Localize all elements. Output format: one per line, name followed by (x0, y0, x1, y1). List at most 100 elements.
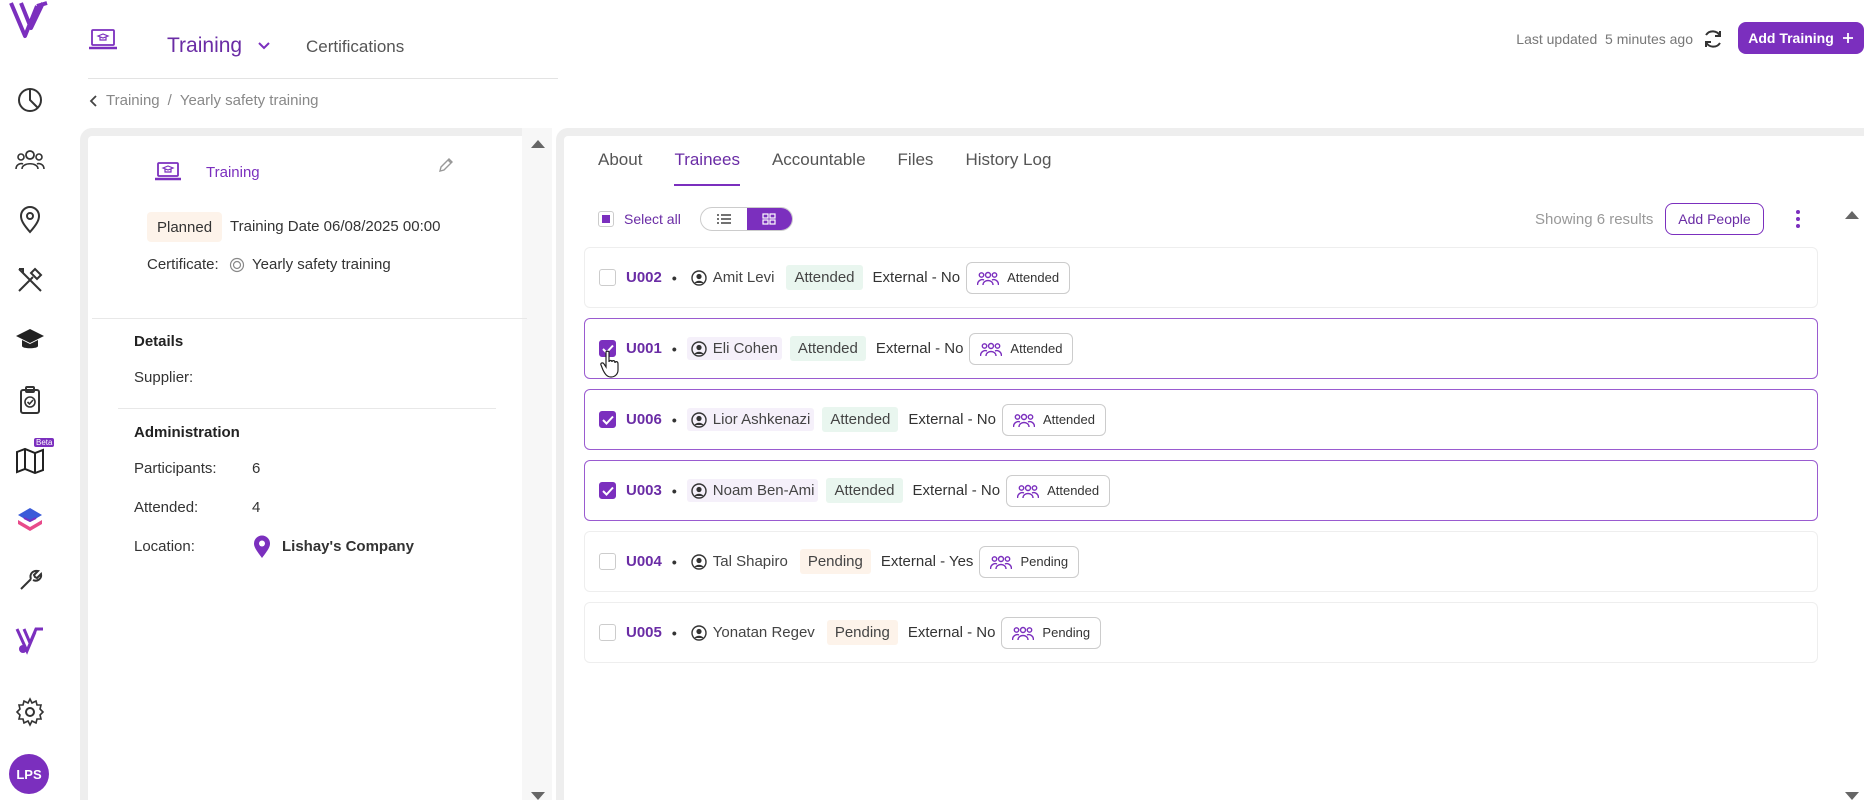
row-checkbox[interactable] (599, 482, 616, 499)
trainee-id[interactable]: U001 (626, 340, 662, 357)
status-badge: Attended (789, 336, 866, 361)
external-flag: External - No (875, 340, 964, 357)
divider (118, 408, 496, 409)
add-training-label: Add Training (1748, 30, 1834, 46)
scroll-up-arrow-icon[interactable] (1845, 211, 1859, 219)
external-flag: External - No (872, 269, 961, 286)
row-checkbox[interactable] (599, 624, 616, 641)
row-checkbox[interactable] (599, 411, 616, 428)
attendance-dropdown[interactable]: Pending (979, 545, 1080, 578)
breadcrumb-parent[interactable]: Training (106, 92, 160, 109)
view-toggle (700, 207, 793, 231)
attendance-value: Attended (1047, 483, 1100, 498)
trainee-row[interactable]: U002 • Amit Levi Attended External - No Atten… (584, 247, 1818, 308)
refresh-icon[interactable] (1702, 28, 1724, 50)
checklist-icon[interactable] (12, 382, 48, 418)
wrench-icon[interactable] (12, 562, 48, 598)
mouse-cursor-icon (600, 350, 622, 378)
last-updated-text: Last updated 5 minutes ago (1516, 31, 1693, 47)
edit-pencil-icon[interactable] (437, 156, 455, 174)
top-bar: Training Certifications Last updated 5 m… (60, 0, 1864, 79)
group-icon (990, 554, 1013, 570)
location-icon[interactable] (12, 202, 48, 238)
scroll-up-arrow-icon[interactable] (531, 140, 545, 148)
external-flag: External - No (908, 411, 996, 428)
tab-accountable[interactable]: Accountable (772, 150, 866, 186)
attendance-value: Attended (1007, 270, 1060, 285)
certifications-link[interactable]: Certifications (306, 37, 404, 57)
trainee-person[interactable]: Noam Ben-Ami (686, 479, 819, 502)
scroll-down-arrow-icon[interactable] (531, 792, 545, 800)
tab-history-log[interactable]: History Log (965, 150, 1051, 186)
tab-about[interactable]: About (598, 150, 642, 186)
trainee-name: Yonatan Regev (712, 624, 815, 641)
training-icon[interactable] (12, 322, 48, 358)
attendance-dropdown[interactable]: Attended (1006, 474, 1111, 507)
app-logo-icon[interactable] (7, 0, 55, 40)
last-updated-label: Last updated (1516, 31, 1598, 47)
attendance-dropdown[interactable]: Attended (1001, 403, 1106, 436)
select-all-checkbox[interactable] (598, 211, 614, 227)
trainee-row[interactable]: U001 • Eli Cohen Attended External - No Atten… (584, 318, 1818, 379)
tab-trainees[interactable]: Trainees (674, 150, 740, 186)
breadcrumb: Training / Yearly safety training (88, 92, 319, 109)
status-badge: Attended (786, 265, 863, 290)
certificate-icon (229, 257, 245, 273)
user-avatar[interactable]: LPS (9, 754, 49, 794)
attendance-dropdown[interactable]: Pending (1001, 616, 1102, 649)
back-arrow-icon[interactable] (88, 94, 98, 108)
trainee-name: Amit Levi (712, 269, 775, 286)
add-training-button[interactable]: Add Training (1738, 22, 1864, 54)
trainee-id[interactable]: U004 (626, 553, 662, 570)
location-label: Location: (134, 538, 195, 555)
trainee-person[interactable]: Yonatan Regev (687, 621, 819, 644)
trainee-row[interactable]: U005 • Yonatan Regev Pending External - No Pe… (584, 602, 1818, 663)
attendance-value: Attended (1010, 341, 1063, 356)
results-count: Showing 6 results (1535, 211, 1654, 228)
row-checkbox[interactable] (599, 269, 616, 286)
certificate-value: Yearly safety training (252, 256, 391, 273)
trainee-id[interactable]: U006 (626, 411, 662, 428)
trainee-person[interactable]: Eli Cohen (686, 337, 782, 360)
training-date: Training Date 06/08/2025 00:00 (230, 218, 441, 235)
attendance-value: Pending (1042, 625, 1091, 640)
row-checkbox[interactable] (599, 553, 616, 570)
trainee-person[interactable]: Tal Shapiro (687, 550, 792, 573)
layers-app-icon[interactable] (12, 502, 48, 538)
attendance-dropdown[interactable]: Attended (966, 261, 1071, 294)
select-all-label[interactable]: Select all (624, 211, 681, 227)
attendance-dropdown[interactable]: Attended (969, 332, 1074, 365)
tab-files[interactable]: Files (898, 150, 934, 186)
separator-dot: • (671, 340, 677, 357)
chevron-down-icon[interactable] (257, 41, 271, 51)
settings-icon[interactable] (12, 694, 48, 730)
tools-icon[interactable] (12, 262, 48, 298)
group-icon (980, 341, 1003, 357)
module-title[interactable]: Training (167, 34, 242, 58)
status-badge: Pending (826, 620, 898, 645)
trainee-row[interactable]: U004 • Tal Shapiro Pending External - Yes Pen… (584, 531, 1818, 592)
person-icon (691, 553, 707, 570)
map-beta-icon[interactable]: Beta (12, 438, 55, 478)
trainee-id[interactable]: U003 (626, 482, 662, 499)
list-view-icon[interactable] (701, 208, 747, 230)
trainee-person[interactable]: Amit Levi (687, 266, 779, 289)
external-flag: External - No (912, 482, 1001, 499)
trainee-row[interactable]: U006 • Lior Ashkenazi Attended External - No… (584, 389, 1818, 450)
people-icon[interactable] (12, 142, 48, 178)
trainee-id[interactable]: U005 (626, 624, 662, 641)
trainee-row[interactable]: U003 • Noam Ben-Ami Attended External - No At… (584, 460, 1818, 521)
more-options-icon[interactable] (1790, 207, 1806, 231)
left-rail: Beta LPS (0, 0, 60, 800)
scroll-down-arrow-icon[interactable] (1845, 792, 1859, 800)
grid-view-icon[interactable] (746, 208, 792, 230)
trainee-id[interactable]: U002 (626, 269, 662, 286)
trainee-person[interactable]: Lior Ashkenazi (686, 408, 815, 431)
left-panel-scrollbar[interactable] (522, 128, 552, 800)
app-switch-icon[interactable] (12, 622, 48, 658)
attendance-value: Attended (1042, 412, 1095, 427)
add-people-button[interactable]: Add People (1665, 203, 1764, 235)
location-value[interactable]: Lishay's Company (282, 538, 414, 555)
last-updated-value: 5 minutes ago (1605, 31, 1693, 47)
dashboard-icon[interactable] (12, 82, 48, 118)
